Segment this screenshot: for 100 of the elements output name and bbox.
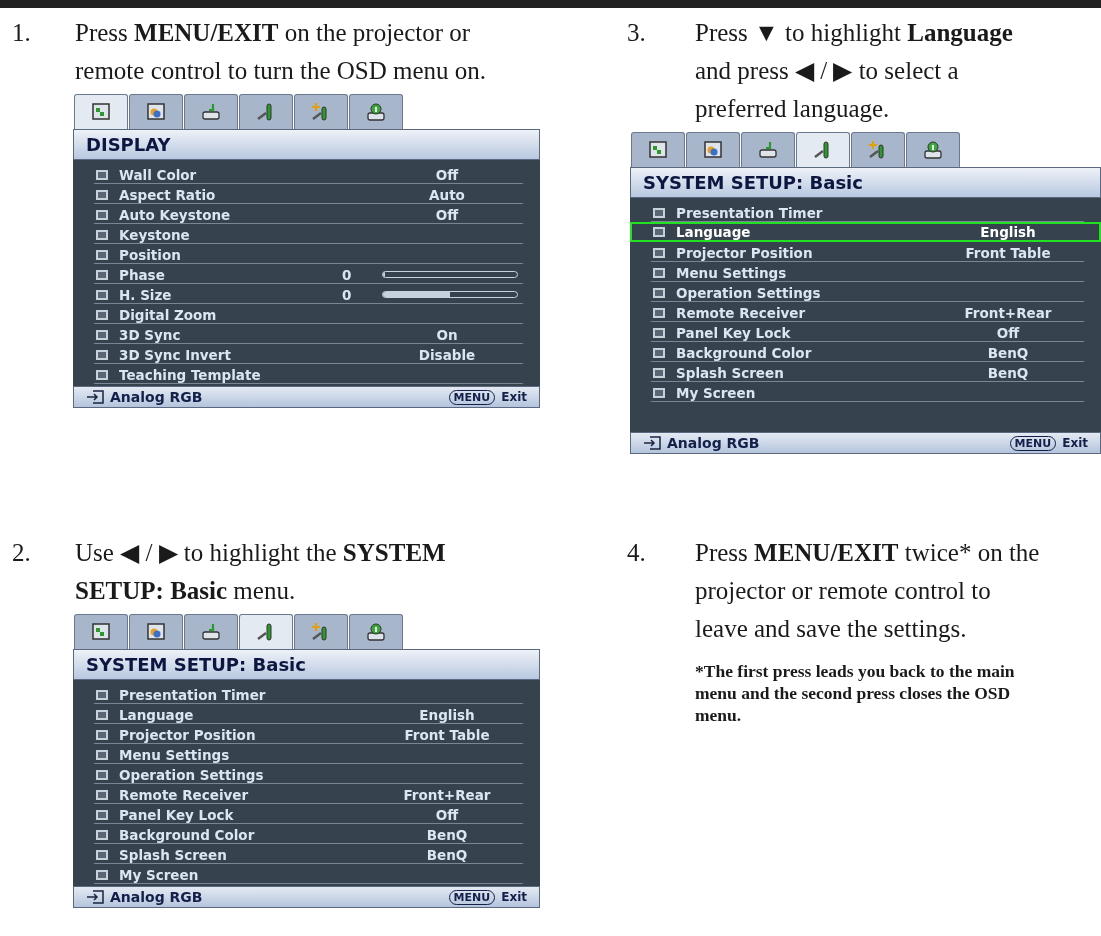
info-icon [365, 101, 387, 123]
menu-tab[interactable] [741, 132, 795, 167]
source-label: Analog RGB [110, 389, 204, 405]
menu-row[interactable]: Remote Receiver Front+Rear [650, 302, 1085, 322]
menu-tab[interactable] [129, 614, 183, 649]
row-label: Projector Position [676, 244, 814, 261]
row-label: Keystone [119, 226, 191, 243]
exit-label: Exit [501, 390, 527, 404]
setting-icon [95, 867, 109, 882]
row-value: Off [434, 806, 460, 823]
row-label: Background Color [676, 344, 813, 361]
menu-row[interactable]: Panel Key Lock Off [93, 804, 524, 824]
setting-icon [652, 265, 666, 280]
row-label: Position [119, 246, 182, 263]
row-value: English [418, 706, 476, 723]
menu-row[interactable]: Aspect Ratio Auto [93, 184, 524, 204]
menu-title: SYSTEM SETUP: Basic [86, 654, 306, 675]
row-value: BenQ [986, 344, 1030, 361]
menu-tab[interactable] [129, 94, 183, 129]
menu-title: SYSTEM SETUP: Basic [643, 172, 863, 193]
menu-tab[interactable] [239, 94, 293, 129]
step-number: 1. [12, 18, 32, 48]
setting-icon [95, 307, 109, 322]
menu-row[interactable]: Language English [93, 704, 524, 724]
menu-row[interactable]: Menu Settings [93, 744, 524, 764]
menu-row[interactable]: Menu Settings [650, 262, 1085, 282]
setting-icon [95, 747, 109, 762]
menu-row[interactable]: My Screen [650, 382, 1085, 402]
source-label: Analog RGB [110, 889, 204, 905]
row-value: Off [995, 324, 1021, 341]
menu-row[interactable]: Splash Screen BenQ [650, 362, 1085, 382]
row-label: Panel Key Lock [119, 806, 235, 823]
screen-icon [90, 621, 112, 643]
setting-icon [652, 325, 666, 340]
menu-tab[interactable] [74, 94, 128, 129]
menu-row[interactable]: Projector Position Front Table [93, 724, 524, 744]
setting-icon [95, 347, 109, 362]
menu-tab[interactable] [631, 132, 685, 167]
setting-icon [95, 327, 109, 342]
menu-row[interactable]: Phase 0 [93, 264, 524, 284]
row-label: Splash Screen [676, 364, 785, 381]
row-value: 0 [342, 286, 353, 303]
row-label: Remote Receiver [676, 304, 807, 321]
menu-row[interactable]: Presentation Timer [650, 202, 1085, 222]
menu-row[interactable]: Splash Screen BenQ [93, 844, 524, 864]
menu-row[interactable]: Operation Settings [93, 764, 524, 784]
menu-tab[interactable] [294, 94, 348, 129]
menu-row[interactable]: Remote Receiver Front+Rear [93, 784, 524, 804]
row-label: Background Color [119, 826, 256, 843]
menu-tab[interactable] [349, 614, 403, 649]
menu-tab[interactable] [349, 94, 403, 129]
setting-icon [95, 247, 109, 262]
menu-tab[interactable] [184, 614, 238, 649]
menu-tab[interactable] [851, 132, 905, 167]
menu-row[interactable]: Language English [630, 222, 1101, 242]
setting-icon [652, 205, 666, 220]
step-text: Press MENU/EXIT on the projector or remote control to turn the OSD menu on. [75, 18, 488, 86]
setting-icon [95, 207, 109, 222]
row-label: Aspect Ratio [119, 186, 217, 203]
menu-row[interactable]: Digital Zoom [93, 304, 524, 324]
row-label: Phase [119, 266, 166, 283]
menu-row[interactable]: Position [93, 244, 524, 264]
menu-row[interactable]: Auto Keystone Off [93, 204, 524, 224]
menu-row[interactable]: My Screen [93, 864, 524, 884]
menu-row[interactable]: Keystone [93, 224, 524, 244]
setting-icon [95, 187, 109, 202]
menu-row[interactable]: Operation Settings [650, 282, 1085, 302]
menu-row[interactable]: H. Size 0 [93, 284, 524, 304]
menu-row[interactable]: 3D Sync On [93, 324, 524, 344]
projector-icon [757, 139, 779, 161]
menu-row[interactable]: Background Color BenQ [650, 342, 1085, 362]
step-number: 4. [627, 538, 647, 568]
menu-row[interactable]: Wall Color Off [93, 164, 524, 184]
projector-icon [200, 101, 222, 123]
setting-icon [95, 227, 109, 242]
step-number: 3. [627, 18, 647, 48]
menu-tab[interactable] [906, 132, 960, 167]
row-value: Front+Rear [963, 304, 1053, 321]
menu-tab[interactable] [686, 132, 740, 167]
menu-tab[interactable] [184, 94, 238, 129]
menu-row[interactable]: 3D Sync Invert Disable [93, 344, 524, 364]
menu-row[interactable]: Presentation Timer [93, 684, 524, 704]
menu-row[interactable]: Panel Key Lock Off [650, 322, 1085, 342]
row-label: H. Size [119, 286, 173, 303]
row-value: Front+Rear [402, 786, 492, 803]
menu-tab[interactable] [294, 614, 348, 649]
menu-tab[interactable] [796, 132, 850, 167]
screen-icon [145, 101, 167, 123]
input-icon [86, 390, 104, 404]
projector-icon [200, 621, 222, 643]
setting-icon [95, 847, 109, 862]
menu-tab[interactable] [74, 614, 128, 649]
menu-row[interactable]: Projector Position Front Table [650, 242, 1085, 262]
menu-row[interactable]: Teaching Template [93, 364, 524, 384]
menu-title: DISPLAY [86, 134, 171, 155]
row-label: Presentation Timer [119, 686, 267, 703]
row-label: Splash Screen [119, 846, 228, 863]
menu-tab[interactable] [239, 614, 293, 649]
menu-row[interactable]: Background Color BenQ [93, 824, 524, 844]
row-value: BenQ [425, 846, 469, 863]
